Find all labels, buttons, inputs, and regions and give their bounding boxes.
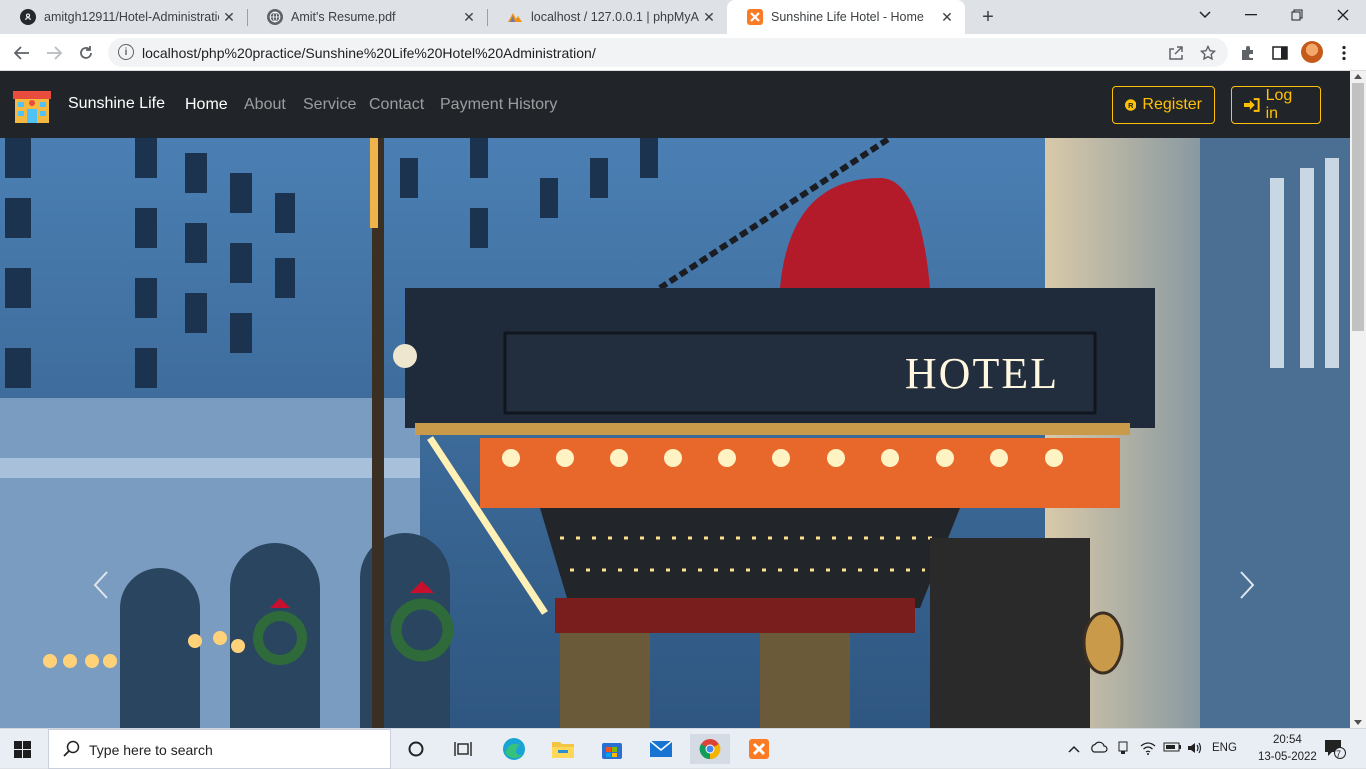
register-button[interactable]: R Register [1112,86,1215,124]
restore-button[interactable] [1274,0,1320,30]
language-indicator[interactable]: ENG [1212,742,1237,754]
share-icon[interactable] [1162,39,1190,67]
tab-github[interactable]: amitgh12911/Hotel-Administratio ✕ [0,0,247,34]
login-button[interactable]: Log in [1231,86,1321,124]
carousel-next-icon[interactable] [1238,570,1256,608]
close-window-button[interactable] [1320,0,1366,30]
hero-carousel: HOTEL [0,138,1350,728]
site-info-icon[interactable]: i [118,44,134,60]
nav-home[interactable]: Home [185,96,228,114]
minimize-button[interactable] [1228,0,1274,30]
site-navbar: Sunshine Life Home About Service Contact… [0,71,1350,138]
back-arrow-icon[interactable] [8,39,36,67]
phpmyadmin-icon [507,9,523,25]
clock-time: 20:54 [1273,734,1302,746]
close-tab-icon[interactable]: ✕ [459,9,479,26]
tab-sunshine-home[interactable]: Sunshine Life Hotel - Home ✕ [727,0,965,34]
reload-icon[interactable] [72,39,100,67]
notifications-icon[interactable]: 7 [1324,739,1346,762]
xampp-taskbar-icon[interactable] [739,734,779,764]
close-tab-icon[interactable]: ✕ [219,9,239,26]
wifi-icon[interactable] [1140,741,1156,758]
onedrive-icon[interactable] [1090,741,1108,756]
close-tab-icon[interactable]: ✕ [699,9,719,26]
battery-icon[interactable] [1163,741,1183,756]
search-placeholder: Type here to search [89,742,213,758]
forward-arrow-icon[interactable] [40,39,68,67]
file-explorer-icon[interactable] [543,734,583,764]
github-icon [20,9,36,25]
tab-resume[interactable]: Amit's Resume.pdf ✕ [247,0,487,34]
tray-chevron-up-icon[interactable] [1068,741,1080,756]
tab-title: localhost / 127.0.0.1 | phpMyAdm [531,10,699,24]
url-text: localhost/php%20practice/Sunshine%20Life… [142,45,596,61]
mail-icon[interactable] [641,734,681,764]
nav-service[interactable]: Service [303,96,356,114]
tab-title: Amit's Resume.pdf [291,10,396,24]
side-panel-icon[interactable] [1266,39,1294,67]
globe-icon [267,9,283,25]
scrollbar-thumb[interactable] [1352,83,1364,331]
tab-strip: amitgh12911/Hotel-Administratio ✕ Amit's… [0,0,1366,34]
carousel-prev-icon[interactable] [92,570,110,608]
scroll-up-icon[interactable] [1354,74,1362,79]
edge-icon[interactable] [494,734,534,764]
clock-date: 13-05-2022 [1258,751,1317,763]
scroll-down-icon[interactable] [1354,720,1362,725]
cortana-icon[interactable] [396,734,436,764]
address-bar[interactable]: i localhost/php%20practice/Sunshine%20Li… [108,38,1228,67]
hotel-logo-icon[interactable] [12,85,52,125]
web-page: Sunshine Life Home About Service Contact… [0,71,1350,728]
xampp-icon [747,9,763,25]
registered-icon: R [1125,99,1137,111]
new-tab-button[interactable]: + [978,6,998,28]
browser-toolbar: i localhost/php%20practice/Sunshine%20Li… [0,34,1366,71]
svg-text:R: R [1128,101,1134,110]
tab-phpmyadmin[interactable]: localhost / 127.0.0.1 | phpMyAdm ✕ [487,0,727,34]
profile-avatar[interactable] [1301,41,1323,63]
nav-about[interactable]: About [244,96,286,114]
login-label: Log in [1265,87,1293,122]
windows-start-icon[interactable] [14,741,31,758]
microsoft-store-icon[interactable] [592,734,632,764]
register-label: Register [1142,96,1202,113]
task-view-icon[interactable] [443,734,483,764]
search-icon [63,740,80,762]
windows-taskbar: Type here to search ENG 20:54 13-05-2022… [0,728,1366,769]
nav-contact[interactable]: Contact [369,96,424,114]
hotel-sign-text: HOTEL [905,349,1059,398]
chrome-menu-icon[interactable] [1330,39,1358,67]
usb-device-icon[interactable] [1116,741,1130,758]
notification-count: 7 [1336,749,1342,759]
bookmark-star-icon[interactable] [1194,39,1222,67]
close-tab-icon[interactable]: ✕ [937,9,957,26]
page-scrollbar[interactable] [1350,71,1366,728]
nav-payment-history[interactable]: Payment History [440,96,557,114]
taskbar-clock[interactable]: 20:54 13-05-2022 [1258,732,1317,766]
chrome-icon[interactable] [690,734,730,764]
brand-name[interactable]: Sunshine Life [68,95,165,113]
extensions-puzzle-icon[interactable] [1234,39,1262,67]
hotel-facade-image: HOTEL [0,138,1350,728]
tab-title: amitgh12911/Hotel-Administratio [44,10,219,24]
tab-title: Sunshine Life Hotel - Home [771,10,924,24]
tab-search-chevron-icon[interactable] [1182,0,1228,30]
taskbar-search-box[interactable]: Type here to search [48,729,391,769]
sign-in-icon [1244,98,1260,112]
volume-icon[interactable] [1187,741,1203,758]
